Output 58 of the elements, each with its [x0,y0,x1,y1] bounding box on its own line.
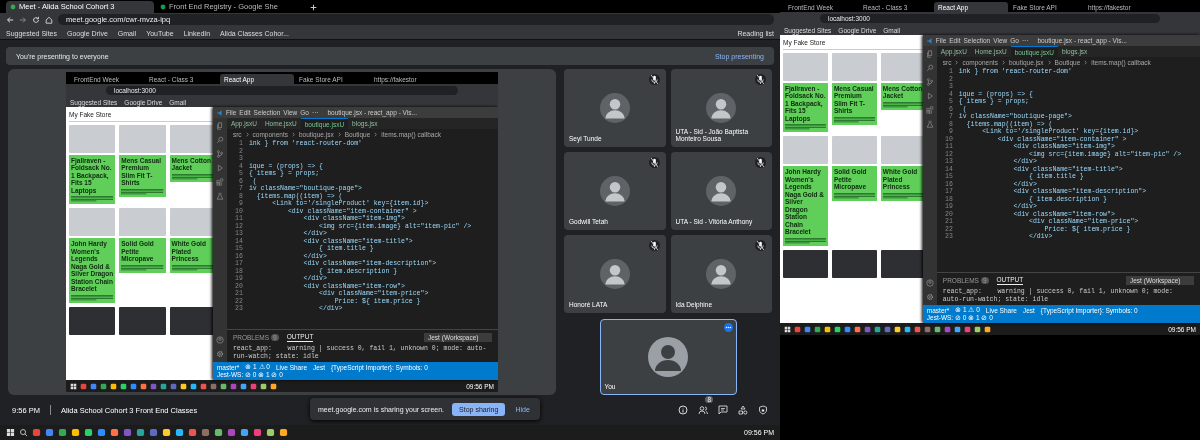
shapes-icon[interactable] [738,405,748,415]
chevron-icon [954,59,960,65]
run-icon[interactable] [925,92,934,100]
text-lines-drawing [71,196,114,203]
info-icon[interactable] [678,405,688,415]
chevron-icon [336,131,342,137]
text-lines-drawing [882,192,924,199]
text-lines-drawing [121,264,164,271]
avatar-icon [648,337,688,377]
favicon-icon [10,3,16,10]
avatar-icon [599,93,630,123]
text-lines-drawing [833,116,875,123]
run-icon[interactable] [215,164,224,172]
back-icon[interactable] [6,15,14,24]
text-lines-drawing [171,264,214,271]
text-lines-drawing [882,101,924,108]
forward-icon[interactable] [19,15,27,24]
settings-icon[interactable] [215,350,224,358]
reload-icon[interactable] [32,15,40,24]
text-lines-drawing [785,124,826,131]
search-icon[interactable] [19,428,28,437]
windows-logo-icon[interactable] [784,325,791,333]
text-lines-drawing [171,173,214,180]
avatar-icon [706,93,737,123]
files-icon[interactable] [925,50,934,58]
source-control-icon[interactable] [925,78,934,86]
editor-logo-icon [926,37,933,44]
avatar-icon [599,176,630,206]
windows-logo-icon[interactable] [70,382,77,390]
source-control-icon[interactable] [215,150,224,158]
text-lines-drawing [833,192,875,199]
home-icon[interactable] [45,15,53,24]
chevron-icon [1000,59,1006,65]
new-tab-icon[interactable] [310,3,317,11]
avatar-icon [706,259,737,289]
settings-icon[interactable] [925,293,934,301]
windows-logo-icon[interactable] [6,428,15,437]
flask-icon[interactable] [215,192,224,200]
chevron-icon [373,131,379,137]
chevron-icon [244,131,250,137]
shield-icon[interactable] [758,405,768,415]
files-icon[interactable] [215,122,224,130]
favicon-icon [160,3,166,10]
chat-icon[interactable] [718,405,728,415]
extensions-icon[interactable] [215,178,224,186]
chevron-icon [1083,59,1089,65]
more-options-icon[interactable] [723,323,733,332]
editor-logo-icon [216,109,223,116]
text-lines-drawing [785,237,826,244]
text-lines-drawing [121,188,164,195]
avatar-icon [706,176,737,206]
text-lines-drawing [71,294,114,301]
chevron-icon [1046,59,1052,65]
people-icon[interactable] [698,405,708,415]
avatar-icon [599,259,630,289]
flask-icon[interactable] [925,120,934,128]
chevron-icon [290,131,296,137]
extensions-icon[interactable] [925,106,934,114]
